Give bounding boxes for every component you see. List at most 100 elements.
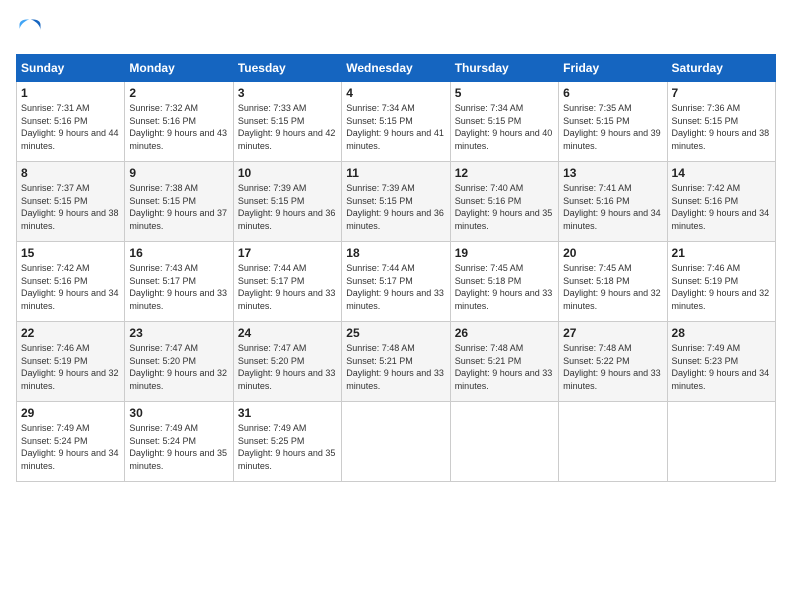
empty-cell: [667, 402, 775, 482]
calendar-week-2: 8 Sunrise: 7:37 AMSunset: 5:15 PMDayligh…: [17, 162, 776, 242]
calendar-week-3: 15 Sunrise: 7:42 AMSunset: 5:16 PMDaylig…: [17, 242, 776, 322]
day-info: Sunrise: 7:35 AMSunset: 5:15 PMDaylight:…: [563, 103, 661, 151]
day-number: 30: [129, 406, 228, 420]
col-header-thursday: Thursday: [450, 55, 558, 82]
day-info: Sunrise: 7:46 AMSunset: 5:19 PMDaylight:…: [672, 263, 770, 311]
empty-cell: [450, 402, 558, 482]
page: SundayMondayTuesdayWednesdayThursdayFrid…: [0, 0, 792, 612]
header: [16, 16, 776, 44]
day-number: 1: [21, 86, 120, 100]
day-info: Sunrise: 7:46 AMSunset: 5:19 PMDaylight:…: [21, 343, 119, 391]
day-cell-13: 13 Sunrise: 7:41 AMSunset: 5:16 PMDaylig…: [559, 162, 667, 242]
day-number: 14: [672, 166, 771, 180]
day-info: Sunrise: 7:47 AMSunset: 5:20 PMDaylight:…: [238, 343, 336, 391]
day-number: 17: [238, 246, 337, 260]
day-number: 6: [563, 86, 662, 100]
day-info: Sunrise: 7:48 AMSunset: 5:22 PMDaylight:…: [563, 343, 661, 391]
day-info: Sunrise: 7:34 AMSunset: 5:15 PMDaylight:…: [346, 103, 444, 151]
day-info: Sunrise: 7:44 AMSunset: 5:17 PMDaylight:…: [346, 263, 444, 311]
day-number: 4: [346, 86, 445, 100]
calendar-header-row: SundayMondayTuesdayWednesdayThursdayFrid…: [17, 55, 776, 82]
day-number: 10: [238, 166, 337, 180]
day-number: 16: [129, 246, 228, 260]
day-info: Sunrise: 7:47 AMSunset: 5:20 PMDaylight:…: [129, 343, 227, 391]
day-number: 28: [672, 326, 771, 340]
day-number: 5: [455, 86, 554, 100]
day-cell-10: 10 Sunrise: 7:39 AMSunset: 5:15 PMDaylig…: [233, 162, 341, 242]
day-number: 2: [129, 86, 228, 100]
calendar-week-5: 29 Sunrise: 7:49 AMSunset: 5:24 PMDaylig…: [17, 402, 776, 482]
day-number: 21: [672, 246, 771, 260]
empty-cell: [342, 402, 450, 482]
day-info: Sunrise: 7:42 AMSunset: 5:16 PMDaylight:…: [21, 263, 119, 311]
day-info: Sunrise: 7:37 AMSunset: 5:15 PMDaylight:…: [21, 183, 119, 231]
day-cell-18: 18 Sunrise: 7:44 AMSunset: 5:17 PMDaylig…: [342, 242, 450, 322]
day-cell-9: 9 Sunrise: 7:38 AMSunset: 5:15 PMDayligh…: [125, 162, 233, 242]
day-cell-31: 31 Sunrise: 7:49 AMSunset: 5:25 PMDaylig…: [233, 402, 341, 482]
day-number: 27: [563, 326, 662, 340]
day-number: 20: [563, 246, 662, 260]
day-cell-15: 15 Sunrise: 7:42 AMSunset: 5:16 PMDaylig…: [17, 242, 125, 322]
day-cell-26: 26 Sunrise: 7:48 AMSunset: 5:21 PMDaylig…: [450, 322, 558, 402]
day-cell-4: 4 Sunrise: 7:34 AMSunset: 5:15 PMDayligh…: [342, 82, 450, 162]
day-number: 23: [129, 326, 228, 340]
day-cell-17: 17 Sunrise: 7:44 AMSunset: 5:17 PMDaylig…: [233, 242, 341, 322]
day-cell-2: 2 Sunrise: 7:32 AMSunset: 5:16 PMDayligh…: [125, 82, 233, 162]
day-cell-29: 29 Sunrise: 7:49 AMSunset: 5:24 PMDaylig…: [17, 402, 125, 482]
day-number: 18: [346, 246, 445, 260]
day-number: 13: [563, 166, 662, 180]
calendar: SundayMondayTuesdayWednesdayThursdayFrid…: [16, 54, 776, 482]
col-header-monday: Monday: [125, 55, 233, 82]
day-info: Sunrise: 7:49 AMSunset: 5:24 PMDaylight:…: [129, 423, 227, 471]
day-number: 12: [455, 166, 554, 180]
day-number: 26: [455, 326, 554, 340]
day-info: Sunrise: 7:43 AMSunset: 5:17 PMDaylight:…: [129, 263, 227, 311]
day-info: Sunrise: 7:48 AMSunset: 5:21 PMDaylight:…: [346, 343, 444, 391]
day-cell-1: 1 Sunrise: 7:31 AMSunset: 5:16 PMDayligh…: [17, 82, 125, 162]
logo-icon: [16, 16, 44, 44]
day-number: 9: [129, 166, 228, 180]
day-cell-5: 5 Sunrise: 7:34 AMSunset: 5:15 PMDayligh…: [450, 82, 558, 162]
day-number: 25: [346, 326, 445, 340]
day-info: Sunrise: 7:49 AMSunset: 5:23 PMDaylight:…: [672, 343, 770, 391]
day-number: 11: [346, 166, 445, 180]
day-cell-24: 24 Sunrise: 7:47 AMSunset: 5:20 PMDaylig…: [233, 322, 341, 402]
day-number: 19: [455, 246, 554, 260]
day-cell-8: 8 Sunrise: 7:37 AMSunset: 5:15 PMDayligh…: [17, 162, 125, 242]
col-header-saturday: Saturday: [667, 55, 775, 82]
day-info: Sunrise: 7:38 AMSunset: 5:15 PMDaylight:…: [129, 183, 227, 231]
day-number: 31: [238, 406, 337, 420]
day-number: 3: [238, 86, 337, 100]
day-number: 7: [672, 86, 771, 100]
day-number: 24: [238, 326, 337, 340]
day-info: Sunrise: 7:39 AMSunset: 5:15 PMDaylight:…: [238, 183, 336, 231]
empty-cell: [559, 402, 667, 482]
day-number: 15: [21, 246, 120, 260]
day-cell-28: 28 Sunrise: 7:49 AMSunset: 5:23 PMDaylig…: [667, 322, 775, 402]
day-cell-20: 20 Sunrise: 7:45 AMSunset: 5:18 PMDaylig…: [559, 242, 667, 322]
day-info: Sunrise: 7:49 AMSunset: 5:25 PMDaylight:…: [238, 423, 336, 471]
day-info: Sunrise: 7:48 AMSunset: 5:21 PMDaylight:…: [455, 343, 553, 391]
day-cell-14: 14 Sunrise: 7:42 AMSunset: 5:16 PMDaylig…: [667, 162, 775, 242]
day-cell-12: 12 Sunrise: 7:40 AMSunset: 5:16 PMDaylig…: [450, 162, 558, 242]
logo: [16, 16, 48, 44]
day-info: Sunrise: 7:40 AMSunset: 5:16 PMDaylight:…: [455, 183, 553, 231]
day-info: Sunrise: 7:39 AMSunset: 5:15 PMDaylight:…: [346, 183, 444, 231]
day-info: Sunrise: 7:45 AMSunset: 5:18 PMDaylight:…: [455, 263, 553, 311]
day-cell-19: 19 Sunrise: 7:45 AMSunset: 5:18 PMDaylig…: [450, 242, 558, 322]
day-info: Sunrise: 7:41 AMSunset: 5:16 PMDaylight:…: [563, 183, 661, 231]
day-cell-21: 21 Sunrise: 7:46 AMSunset: 5:19 PMDaylig…: [667, 242, 775, 322]
day-info: Sunrise: 7:34 AMSunset: 5:15 PMDaylight:…: [455, 103, 553, 151]
calendar-week-1: 1 Sunrise: 7:31 AMSunset: 5:16 PMDayligh…: [17, 82, 776, 162]
day-cell-25: 25 Sunrise: 7:48 AMSunset: 5:21 PMDaylig…: [342, 322, 450, 402]
day-info: Sunrise: 7:45 AMSunset: 5:18 PMDaylight:…: [563, 263, 661, 311]
day-cell-6: 6 Sunrise: 7:35 AMSunset: 5:15 PMDayligh…: [559, 82, 667, 162]
day-number: 22: [21, 326, 120, 340]
day-cell-30: 30 Sunrise: 7:49 AMSunset: 5:24 PMDaylig…: [125, 402, 233, 482]
day-info: Sunrise: 7:42 AMSunset: 5:16 PMDaylight:…: [672, 183, 770, 231]
day-cell-16: 16 Sunrise: 7:43 AMSunset: 5:17 PMDaylig…: [125, 242, 233, 322]
calendar-week-4: 22 Sunrise: 7:46 AMSunset: 5:19 PMDaylig…: [17, 322, 776, 402]
day-cell-11: 11 Sunrise: 7:39 AMSunset: 5:15 PMDaylig…: [342, 162, 450, 242]
day-info: Sunrise: 7:33 AMSunset: 5:15 PMDaylight:…: [238, 103, 336, 151]
col-header-tuesday: Tuesday: [233, 55, 341, 82]
